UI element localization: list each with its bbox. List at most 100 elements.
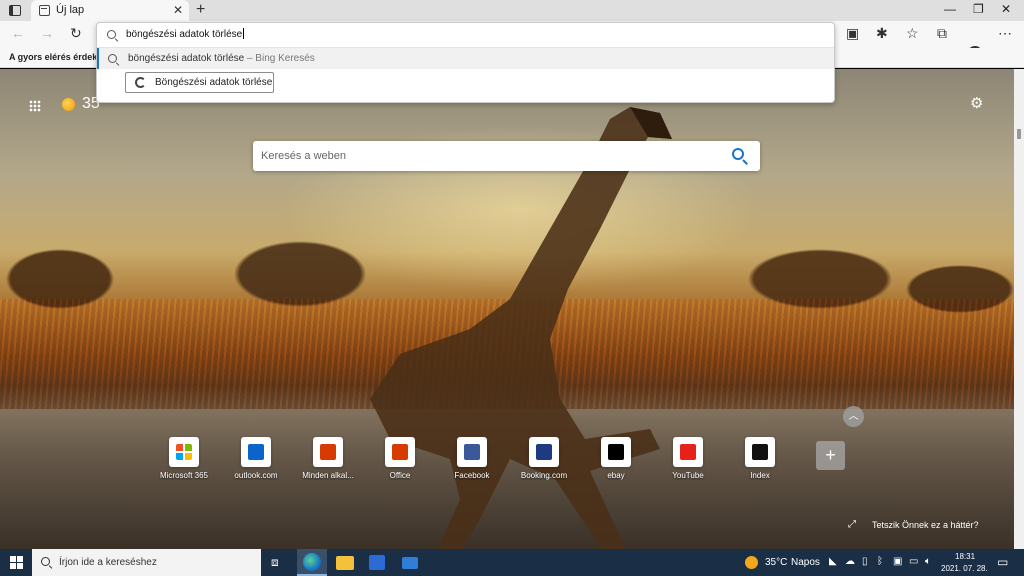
tab-close-icon[interactable]: ✕ bbox=[173, 3, 183, 17]
text-caret bbox=[243, 28, 245, 39]
quick-link-tile[interactable] bbox=[457, 437, 487, 467]
search-suggestion[interactable]: böngészési adatok törlése – Bing Keresés bbox=[97, 48, 834, 69]
suggestion-query: böngészési adatok törlése bbox=[128, 53, 245, 64]
quick-link-label: Booking.com bbox=[520, 471, 568, 480]
taskbar-weather-condition[interactable]: Napos bbox=[791, 557, 820, 568]
quick-link-tile[interactable] bbox=[385, 437, 415, 467]
quick-link[interactable]: outlook.com bbox=[226, 437, 286, 480]
quick-link-tile[interactable] bbox=[601, 437, 631, 467]
quick-link-tile[interactable] bbox=[529, 437, 559, 467]
windows-taskbar: Írjon ide a kereséshez ⧈ 35°C Napos ◣ ☁ … bbox=[0, 549, 1024, 576]
restore-icon[interactable]: ❐ bbox=[973, 2, 984, 16]
quick-link[interactable]: Index bbox=[730, 437, 790, 480]
bluetooth-icon[interactable]: ᛒ bbox=[877, 556, 883, 567]
quick-link[interactable]: Booking.com bbox=[514, 437, 574, 480]
tab-strip: Új lap ✕ + — ❐ ✕ bbox=[0, 0, 1024, 21]
collapse-chevron-up-icon[interactable]: ︿ bbox=[843, 406, 864, 427]
new-tab-plus-icon[interactable]: + bbox=[196, 1, 205, 19]
expand-arrows-icon[interactable]: ⤢ bbox=[848, 519, 856, 530]
quick-link-tile[interactable] bbox=[745, 437, 775, 467]
suggestion-search-icon bbox=[108, 54, 117, 63]
forward-icon[interactable]: → bbox=[40, 25, 54, 41]
outlook-icon bbox=[248, 444, 264, 460]
notifications-icon[interactable]: ▭ bbox=[997, 555, 1008, 569]
quick-link[interactable]: ebay bbox=[586, 437, 646, 480]
taskbar-weather-temp[interactable]: 35°C bbox=[765, 557, 787, 568]
suggestion-source: – Bing Keresés bbox=[244, 53, 315, 64]
address-bar-dropdown: böngészési adatok törlése böngészési ada… bbox=[96, 22, 835, 103]
office-apps-icon bbox=[320, 444, 336, 460]
youtube-icon bbox=[680, 444, 696, 460]
quick-link-label: Office bbox=[389, 471, 411, 480]
onedrive-icon[interactable]: ☁ bbox=[845, 556, 855, 567]
page-scrollbar[interactable] bbox=[1014, 69, 1024, 549]
tab-new-tab[interactable]: Új lap ✕ bbox=[31, 0, 189, 21]
web-search-box[interactable] bbox=[253, 141, 760, 171]
mail-icon[interactable] bbox=[402, 557, 418, 569]
collections-icon[interactable]: ⧉ bbox=[937, 25, 947, 42]
clock-date[interactable]: 2021. 07. 28. bbox=[941, 564, 988, 573]
quick-link-label: Facebook bbox=[454, 471, 490, 480]
quick-link[interactable]: YouTube bbox=[658, 437, 718, 480]
clear-browsing-data-button[interactable]: Böngészési adatok törlése bbox=[125, 72, 274, 93]
taskbar-search-icon bbox=[41, 557, 50, 566]
network-status-icon[interactable]: ◣ bbox=[829, 556, 837, 567]
file-explorer-icon[interactable] bbox=[336, 556, 354, 570]
quick-link-tile[interactable] bbox=[169, 437, 199, 467]
taskbar-search-placeholder: Írjon ide a kereséshez bbox=[59, 557, 157, 568]
page-settings-gear-icon[interactable]: ⚙ bbox=[970, 94, 983, 112]
clear-browsing-data-label: Böngészési adatok törlése bbox=[155, 77, 273, 88]
microsoft-365-icon bbox=[176, 444, 192, 460]
windows-start-icon[interactable] bbox=[10, 556, 23, 569]
clock-time[interactable]: 18:31 bbox=[955, 552, 975, 561]
office-icon bbox=[392, 444, 408, 460]
address-input[interactable]: böngészési adatok törlése bbox=[126, 28, 245, 40]
new-tab-favicon-icon bbox=[39, 5, 50, 16]
quick-link-label: outlook.com bbox=[234, 471, 278, 480]
store-icon[interactable] bbox=[369, 555, 385, 570]
quick-link-label: ebay bbox=[607, 471, 625, 480]
tab-actions-icon[interactable] bbox=[9, 5, 21, 16]
quick-link-tile[interactable] bbox=[241, 437, 271, 467]
taskbar-sun-icon bbox=[745, 556, 758, 569]
facebook-icon bbox=[464, 444, 480, 460]
security-icon[interactable]: ▣ bbox=[893, 556, 902, 567]
ebay-icon bbox=[608, 444, 624, 460]
edge-action-icon bbox=[135, 77, 146, 88]
favorites-icon[interactable]: ☆ bbox=[906, 25, 919, 42]
taskbar-search-box[interactable]: Írjon ide a kereséshez bbox=[32, 549, 261, 576]
close-window-icon[interactable]: ✕ bbox=[1001, 2, 1011, 16]
quick-link-tile[interactable] bbox=[673, 437, 703, 467]
quick-link-tile[interactable] bbox=[313, 437, 343, 467]
suggestion-text: böngészési adatok törlése – Bing Keresés bbox=[128, 53, 315, 64]
reader-icon[interactable]: ▣ bbox=[846, 25, 859, 42]
minimize-icon[interactable]: — bbox=[944, 2, 956, 16]
web-search-input[interactable] bbox=[261, 147, 701, 165]
apps-launcher-icon[interactable] bbox=[29, 100, 41, 112]
quick-link[interactable]: Office bbox=[370, 437, 430, 480]
refresh-icon[interactable]: ↻ bbox=[70, 25, 82, 42]
task-view-icon[interactable]: ⧈ bbox=[271, 555, 279, 570]
quick-link-label: YouTube bbox=[672, 471, 704, 480]
battery-icon[interactable]: ▯ bbox=[862, 556, 868, 567]
quick-link-label: Microsoft 365 bbox=[159, 471, 209, 480]
sun-icon bbox=[62, 98, 75, 111]
quick-link[interactable]: Microsoft 365 bbox=[154, 437, 214, 480]
quick-link[interactable]: Facebook bbox=[442, 437, 502, 480]
extensions-icon[interactable]: ✱ bbox=[876, 25, 888, 42]
tab-title: Új lap bbox=[56, 4, 85, 16]
booking-icon bbox=[536, 444, 552, 460]
quick-link-label: Minden alkal... bbox=[302, 471, 354, 480]
edge-icon[interactable] bbox=[303, 553, 321, 571]
quick-link-label: Index bbox=[750, 471, 770, 480]
quick-link[interactable]: Minden alkal... bbox=[298, 437, 358, 480]
search-icon[interactable] bbox=[732, 148, 744, 160]
more-menu-icon[interactable]: ⋯ bbox=[998, 25, 1012, 42]
back-icon[interactable]: ← bbox=[11, 25, 25, 41]
address-search-icon bbox=[107, 30, 116, 39]
add-quick-link-button[interactable]: + bbox=[816, 441, 845, 470]
volume-icon[interactable]: 🔈︎ bbox=[925, 556, 931, 567]
address-typed-text: böngészési adatok törlése bbox=[126, 29, 243, 40]
background-feedback-link[interactable]: Tetszik Önnek ez a háttér? bbox=[872, 520, 979, 530]
display-icon[interactable]: ▭ bbox=[909, 556, 918, 567]
